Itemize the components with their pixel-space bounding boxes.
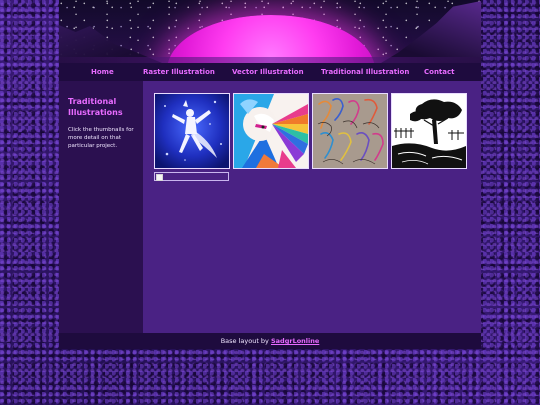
horses-sketch-image <box>313 94 387 168</box>
nav-link-contact[interactable]: Contact <box>424 68 455 76</box>
footer-credit-text: Base layout by <box>220 337 269 345</box>
page-container: Home Raster Illustration Vector Illustra… <box>59 0 481 349</box>
footer: Base layout by SadgrLonline <box>59 333 481 349</box>
main-nav: Home Raster Illustration Vector Illustra… <box>59 63 481 81</box>
nav-link-raster-illustration[interactable]: Raster Illustration <box>143 68 215 76</box>
thumbnail-fan-character[interactable] <box>233 93 309 169</box>
nav-link-vector-illustration[interactable]: Vector Illustration <box>232 68 304 76</box>
broken-image-placeholder[interactable] <box>154 172 229 181</box>
header-banner <box>59 0 481 63</box>
sidebar: Traditional Illustrations Click the thum… <box>59 81 143 333</box>
sidebar-description: Click the thumbnails for more detail on … <box>68 127 134 149</box>
gallery-content <box>143 81 481 333</box>
page-title: Traditional Illustrations <box>68 97 123 117</box>
broken-image-icon <box>156 174 163 181</box>
thumbnail-tree-landscape[interactable] <box>391 93 467 169</box>
dancing-figure-image <box>155 94 229 168</box>
tree-landscape-image <box>392 94 466 168</box>
nav-link-home[interactable]: Home <box>91 68 114 76</box>
thumbnail-horses-sketch[interactable] <box>312 93 388 169</box>
fan-character-image <box>234 94 308 168</box>
footer-credit-link[interactable]: SadgrLonline <box>271 337 319 345</box>
nav-link-traditional-illustration[interactable]: Traditional Illustration <box>321 68 409 76</box>
thumbnail-dancing-figure[interactable] <box>154 93 230 169</box>
